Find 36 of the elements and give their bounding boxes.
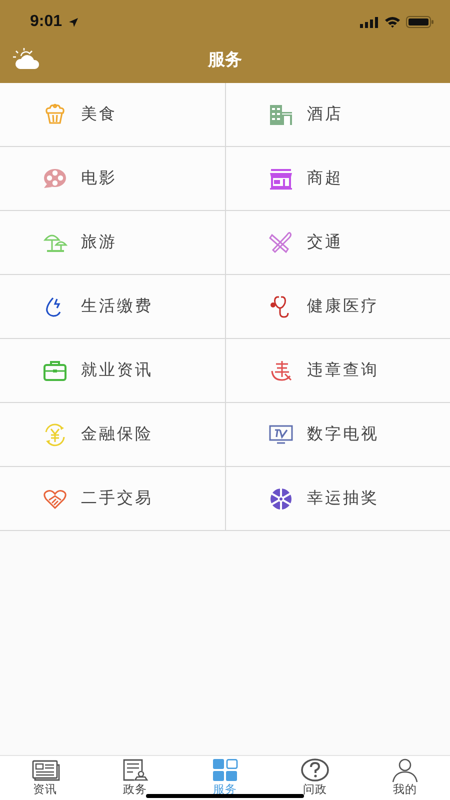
person-icon (390, 757, 420, 783)
status-time: 9:01 (30, 13, 62, 31)
tv-icon (268, 422, 294, 446)
tab-button[interactable]: 问政 (270, 756, 360, 800)
tab-button[interactable]: 资讯 (0, 756, 90, 800)
service-item[interactable]: 数字电视 (307, 424, 379, 445)
briefcase-icon (42, 358, 68, 382)
film-reel-icon (42, 166, 68, 190)
service-item[interactable]: 生活缴费 (81, 296, 153, 317)
wifi-icon (384, 16, 401, 28)
tab-button[interactable]: 政务 (90, 756, 180, 800)
location-arrow-icon (68, 16, 80, 28)
page-title: 服务 (208, 49, 242, 71)
service-item[interactable]: 交通 (307, 232, 343, 253)
weather-icon[interactable] (12, 48, 42, 70)
service-item[interactable]: 健康医疗 (307, 296, 379, 317)
signal-icon (360, 16, 379, 28)
service-item[interactable]: 酒店 (307, 104, 343, 125)
service-item[interactable]: 旅游 (81, 232, 117, 253)
service-item[interactable]: 电影 (81, 168, 117, 189)
storefront-icon (268, 166, 294, 190)
service-item[interactable]: 金融保险 (81, 424, 153, 445)
tab-button[interactable]: 我的 (360, 756, 450, 800)
service-item[interactable]: 幸运抽奖 (307, 488, 379, 509)
battery-icon (406, 16, 434, 28)
traffic-sign-icon (268, 358, 294, 382)
service-item[interactable]: 就业资讯 (81, 360, 153, 381)
service-item[interactable]: 二手交易 (81, 488, 153, 509)
grid-icon (210, 757, 240, 783)
question-icon (300, 757, 330, 783)
airplane-icon (268, 230, 294, 254)
service-item[interactable]: 商超 (307, 168, 343, 189)
service-item[interactable]: 违章查询 (307, 360, 379, 381)
prize-wheel-icon (268, 486, 294, 510)
service-item[interactable]: 美食 (81, 104, 117, 125)
building-icon (268, 102, 294, 126)
